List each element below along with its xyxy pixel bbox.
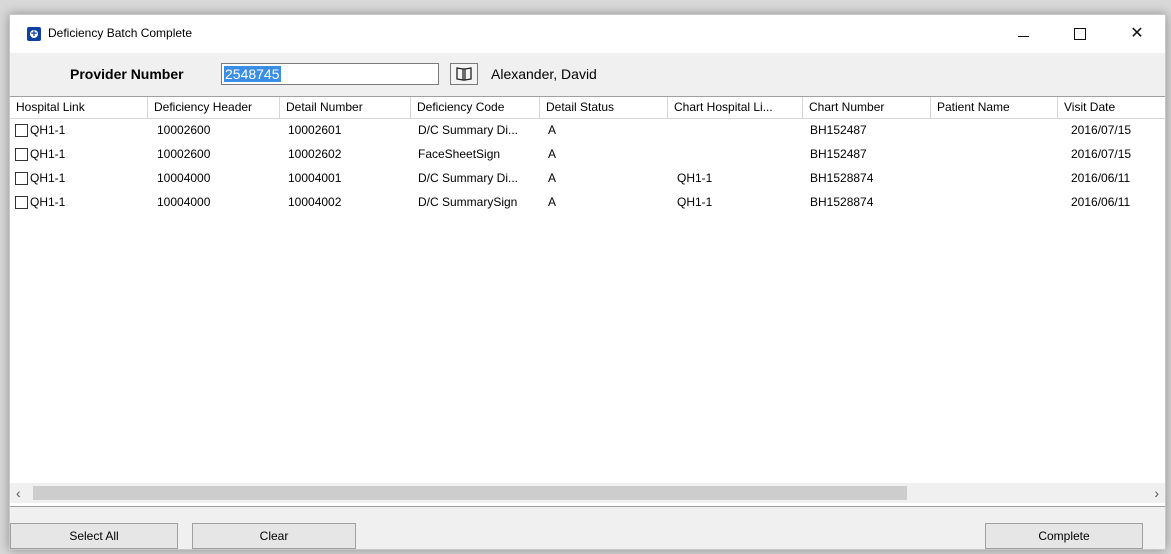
table-row[interactable]: QH1-1 10002600 10002602 FaceSheetSign A …: [10, 142, 1165, 166]
cell-chart-number: BH1528874: [810, 195, 874, 209]
provider-number-label: Provider Number: [70, 66, 184, 82]
row-checkbox[interactable]: [15, 196, 28, 209]
minimize-button[interactable]: [1000, 15, 1046, 53]
cell-chart-hospital-link: QH1-1: [677, 171, 713, 185]
cell-hospital-link: QH1-1: [30, 171, 66, 185]
book-lookup-icon: [456, 67, 472, 81]
column-header-patient-name[interactable]: Patient Name: [931, 97, 1058, 118]
close-button[interactable]: ✕: [1114, 15, 1160, 53]
cell-deficiency-code: D/C Summary Di...: [418, 171, 519, 185]
cell-detail-status: A: [548, 147, 557, 161]
column-header-detail-status[interactable]: Detail Status: [540, 97, 668, 118]
provider-number-value: 2548745: [224, 66, 281, 82]
cell-chart-number: BH152487: [810, 147, 867, 161]
provider-number-input[interactable]: 2548745: [221, 63, 439, 85]
table-row[interactable]: QH1-1 10004000 10004002 D/C SummarySign …: [10, 190, 1165, 214]
select-all-button[interactable]: Select All: [10, 523, 178, 549]
cell-deficiency-code: D/C Summary Di...: [418, 123, 519, 137]
column-header-deficiency-code[interactable]: Deficiency Code: [411, 97, 540, 118]
column-header-chart-hospital-link[interactable]: Chart Hospital Li...: [668, 97, 803, 118]
cell-hospital-link: QH1-1: [30, 123, 66, 137]
cell-deficiency-header: 10002600: [157, 123, 211, 137]
title-bar: Deficiency Batch Complete ✕: [10, 15, 1165, 53]
clear-button[interactable]: Clear: [192, 523, 356, 549]
horizontal-scrollbar[interactable]: ‹ ›: [10, 483, 1165, 503]
column-header-deficiency-header[interactable]: Deficiency Header: [148, 97, 280, 118]
cell-detail-number: 10004002: [288, 195, 342, 209]
cell-hospital-link: QH1-1: [30, 195, 66, 209]
cell-deficiency-code: D/C SummarySign: [418, 195, 518, 209]
cell-detail-status: A: [548, 195, 557, 209]
provider-row: Provider Number 2548745 Alexander, David: [10, 53, 1165, 95]
complete-button[interactable]: Complete: [985, 523, 1143, 549]
app-icon: [27, 26, 41, 42]
cell-detail-status: A: [548, 123, 557, 137]
scrollbar-thumb[interactable]: [33, 486, 907, 500]
cell-deficiency-header: 10004000: [157, 171, 211, 185]
table-row[interactable]: QH1-1 10002600 10002601 D/C Summary Di..…: [10, 118, 1165, 142]
cell-chart-hospital-link: QH1-1: [677, 195, 713, 209]
column-header-visit-date[interactable]: Visit Date: [1058, 97, 1165, 118]
cell-deficiency-code: FaceSheetSign: [418, 147, 501, 161]
deficiency-grid[interactable]: Hospital Link Deficiency Header Detail N…: [10, 96, 1165, 507]
row-checkbox[interactable]: [15, 172, 28, 185]
cell-chart-number: BH152487: [810, 123, 867, 137]
window-title: Deficiency Batch Complete: [48, 26, 193, 40]
column-header-chart-number[interactable]: Chart Number: [803, 97, 931, 118]
grid-header: Hospital Link Deficiency Header Detail N…: [10, 97, 1165, 119]
cell-detail-number: 10004001: [288, 171, 342, 185]
row-checkbox[interactable]: [15, 124, 28, 137]
cell-visit-date: 2016/07/15: [1071, 123, 1132, 137]
cell-deficiency-header: 10004000: [157, 195, 211, 209]
column-header-hospital-link[interactable]: Hospital Link: [10, 97, 148, 118]
cell-visit-date: 2016/06/11: [1071, 171, 1131, 185]
deficiency-batch-window: Deficiency Batch Complete ✕ Provider Num…: [9, 14, 1166, 550]
provider-name: Alexander, David: [491, 66, 597, 82]
lookup-button[interactable]: [450, 63, 478, 85]
maximize-button[interactable]: [1057, 15, 1103, 53]
cell-chart-number: BH1528874: [810, 171, 874, 185]
cell-deficiency-header: 10002600: [157, 147, 211, 161]
cell-visit-date: 2016/06/11: [1071, 195, 1131, 209]
row-checkbox[interactable]: [15, 148, 28, 161]
cell-detail-number: 10002601: [288, 123, 342, 137]
cell-visit-date: 2016/07/15: [1071, 147, 1132, 161]
chevron-left-icon[interactable]: ‹: [16, 485, 21, 501]
column-header-detail-number[interactable]: Detail Number: [280, 97, 411, 118]
table-row[interactable]: QH1-1 10004000 10004001 D/C Summary Di..…: [10, 166, 1165, 190]
cell-hospital-link: QH1-1: [30, 147, 66, 161]
cell-detail-status: A: [548, 171, 557, 185]
cell-detail-number: 10002602: [288, 147, 342, 161]
chevron-right-icon[interactable]: ›: [1154, 485, 1159, 501]
